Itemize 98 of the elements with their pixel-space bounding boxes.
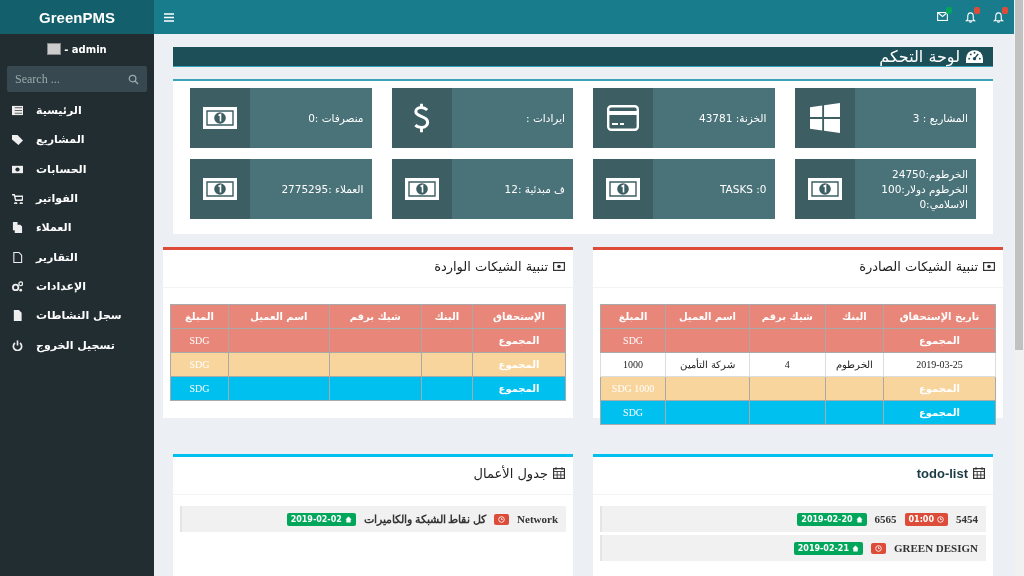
bell-icon[interactable] — [965, 11, 976, 23]
menu-icon[interactable] — [164, 12, 174, 22]
clock-icon — [874, 544, 882, 552]
column-header: البنك — [825, 304, 884, 329]
time-badge: 01:00 — [904, 512, 948, 526]
panel-title: todo-list — [916, 465, 968, 481]
banknote-icon — [983, 261, 995, 271]
panel-title: تنبية الشيكات الصادرة — [859, 258, 978, 274]
stat-text: ايرادات : — [525, 110, 565, 126]
sidebar-item[interactable]: الإعدادات — [0, 271, 154, 302]
stat-text: الخرطوم دولار:100 — [880, 181, 968, 197]
banknote-icon — [203, 178, 237, 200]
user-name: - admin — [64, 43, 107, 55]
banknote-icon — [606, 178, 640, 200]
bell-icon[interactable] — [993, 11, 1004, 23]
cart-icon — [12, 193, 23, 205]
column-header: البنك — [421, 304, 473, 329]
clock-icon — [498, 515, 506, 523]
total-label: المجموع — [883, 376, 996, 401]
list-icon — [12, 105, 23, 117]
total-amount: SDG — [170, 352, 229, 377]
sidebar-item[interactable]: التقارير — [0, 242, 154, 272]
page-title: لوحة التحكم — [879, 47, 960, 66]
todo-text: Network — [517, 513, 558, 525]
banknote-icon — [553, 261, 565, 271]
clock-icon — [937, 515, 944, 523]
dashboard-icon — [966, 50, 983, 63]
total-label: المجموع — [472, 328, 566, 353]
scrollbar[interactable] — [1014, 0, 1024, 576]
brand-logo[interactable]: GreenPMS — [0, 0, 154, 34]
calendar-icon — [553, 467, 565, 479]
todo-text: 5454 — [956, 513, 978, 525]
total-label: المجموع — [472, 352, 566, 377]
panel-title: جدول الأعمال — [473, 465, 548, 481]
money-icon — [12, 163, 23, 175]
search-field[interactable]: Search ... — [7, 66, 147, 92]
home-icon — [855, 515, 863, 523]
total-amount: SDG — [170, 328, 229, 353]
column-header: الإستحقاق — [472, 304, 566, 329]
total-amount: SDG — [600, 400, 666, 425]
tag-icon — [12, 134, 23, 146]
stat-text: ف مبدئية :12 — [503, 181, 565, 197]
windows-icon — [809, 103, 840, 133]
total-label: المجموع — [472, 376, 566, 401]
sidebar-item[interactable]: المشاريع — [0, 125, 154, 155]
total-amount: SDG 1000 — [600, 376, 666, 401]
banknote-icon — [404, 178, 439, 200]
credit-card-icon — [607, 105, 639, 131]
panel-title: تنبية الشيكات الواردة — [434, 258, 548, 274]
date-badge: 2019-02-20 — [797, 512, 867, 526]
sidebar-item[interactable]: الرئيسية — [0, 96, 154, 126]
stat-text: الخرطوم:24750 — [891, 166, 968, 182]
table-cell: الخرطوم — [825, 352, 884, 377]
stat-text: TASKS :0 — [718, 181, 767, 197]
power-icon — [12, 339, 23, 351]
search-icon[interactable] — [128, 74, 139, 85]
column-header: شيك برقم — [329, 304, 422, 329]
total-amount: SDG — [600, 328, 666, 353]
dollar-icon — [413, 102, 430, 134]
column-header: المبلغ — [170, 304, 229, 329]
total-label: المجموع — [883, 400, 996, 425]
todo-text: كل نقاط الشبكة والكاميرات — [363, 512, 487, 526]
copy-icon — [12, 222, 23, 234]
table-cell: شركة التأمين — [665, 352, 750, 377]
stat-text: العملاء :2775295 — [280, 181, 364, 197]
stat-text: الخزنة: 43781 — [697, 110, 767, 126]
doc-icon — [12, 310, 23, 322]
todo-text: 6565 — [874, 513, 897, 525]
sidebar-item[interactable]: الحسابات — [0, 154, 154, 184]
stat-text: منصرفات :0 — [307, 110, 364, 126]
stat-text: الاسلامي:0 — [918, 196, 968, 212]
home-icon — [344, 515, 352, 523]
stat-text: المشاريع : 3 — [911, 110, 968, 126]
sidebar-item[interactable]: سجل النشاطات — [0, 301, 154, 331]
table-cell: 2019-03-25 — [883, 352, 996, 377]
home-icon — [851, 544, 859, 552]
banknote-icon — [203, 107, 237, 129]
total-label: المجموع — [883, 328, 996, 353]
column-header: شيك برقم — [749, 304, 826, 329]
file-icon — [12, 251, 23, 263]
sidebar-item[interactable]: تسجيل الخروج — [0, 330, 154, 360]
mail-icon[interactable] — [937, 11, 948, 21]
column-header: اسم العميل — [665, 304, 750, 329]
total-amount: SDG — [170, 376, 229, 401]
sidebar-item[interactable]: العملاء — [0, 213, 154, 243]
sidebar-item[interactable]: الفواتير — [0, 183, 154, 214]
date-badge: 2019-02-02 — [286, 512, 356, 526]
calendar-icon — [973, 467, 985, 479]
todo-text: GREEN DESIGN — [893, 542, 978, 554]
date-badge: 2019-02-21 — [793, 541, 863, 555]
cogs-icon — [12, 280, 23, 292]
banknote-icon — [807, 178, 842, 200]
column-header: المبلغ — [600, 304, 666, 329]
column-header: تاريخ الإستحقاق — [883, 304, 996, 329]
table-cell: 4 — [749, 352, 826, 377]
column-header: اسم العميل — [228, 304, 330, 329]
table-cell: 1000 — [600, 352, 666, 377]
broken-image-icon — [47, 43, 62, 55]
